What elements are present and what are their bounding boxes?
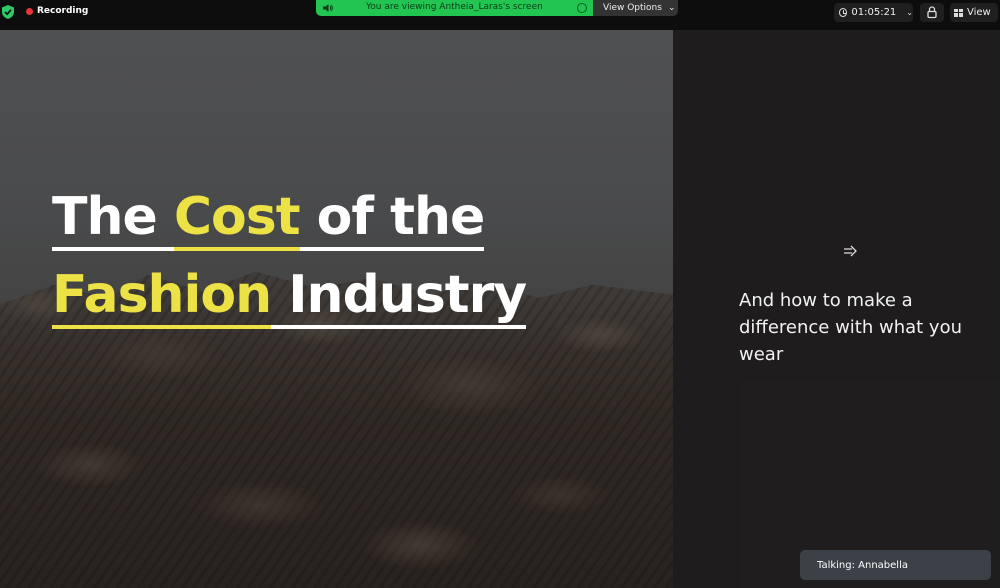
- screen-share-banner: You are viewing Antheia_Laras's screen: [316, 0, 593, 16]
- recording-indicator[interactable]: Recording: [26, 6, 88, 16]
- shield-check-icon[interactable]: [2, 5, 14, 19]
- chevron-down-icon: ⌄: [906, 8, 913, 17]
- lock-icon: [927, 6, 937, 19]
- slide-subtitle: And how to make a difference with what y…: [739, 290, 963, 365]
- screen-share-text: You are viewing Antheia_Laras's screen: [366, 2, 543, 12]
- grid-icon: [954, 8, 963, 17]
- clock-icon: [839, 8, 848, 17]
- record-dot-icon: [26, 7, 33, 15]
- title-highlight-word: Fashion: [52, 265, 272, 329]
- talking-label: Talking: Annabella: [817, 559, 908, 571]
- chevron-down-icon: ⌄: [667, 3, 676, 13]
- view-options-label: View Options: [603, 3, 662, 13]
- lock-button[interactable]: [920, 3, 944, 22]
- title-word: The: [52, 187, 174, 251]
- arrow-right-icon: [844, 245, 857, 257]
- slide-title: The Cost of the Fashion Industry: [52, 178, 527, 334]
- view-options-button[interactable]: View Options ⌄: [593, 0, 678, 16]
- view-button[interactable]: View: [950, 3, 998, 22]
- meeting-timer[interactable]: 01:05:21 ⌄: [834, 3, 913, 22]
- active-speaker-indicator: Talking: Annabella: [800, 550, 991, 580]
- circle-icon[interactable]: [577, 3, 587, 13]
- title-highlight-word: Cost: [173, 187, 301, 251]
- view-label: View: [967, 7, 991, 18]
- speaker-icon[interactable]: [323, 3, 333, 13]
- timer-value: 01:05:21: [851, 7, 897, 18]
- meeting-top-bar: Recording You are viewing Antheia_Laras'…: [0, 0, 1000, 30]
- recording-label: Recording: [37, 6, 89, 16]
- title-word: Industry: [271, 265, 527, 329]
- title-word: of the: [299, 187, 485, 251]
